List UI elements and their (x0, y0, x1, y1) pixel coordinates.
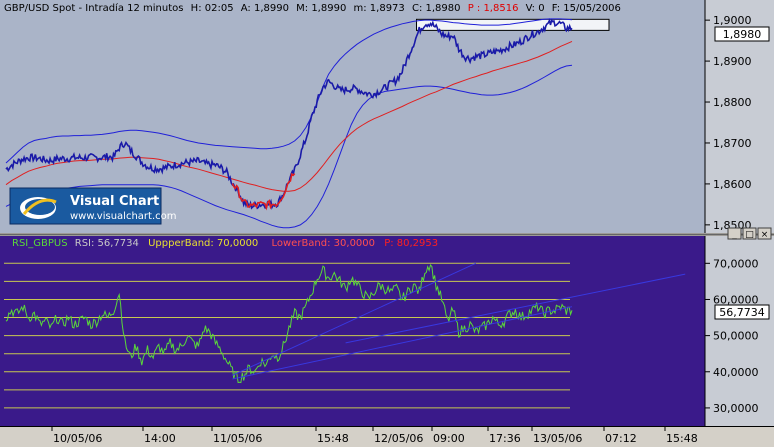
time-tick-label: 07:12 (605, 432, 637, 445)
chart-window: 1,8500 1,8600 1,8700 1,8800 1,8900 1,9000 30,0… (0, 0, 774, 447)
svg-text:×: × (761, 230, 769, 240)
rsi-tick-label: 40,0000 (713, 366, 759, 379)
time-tick-label: 12/05/06 (374, 432, 423, 445)
current-price-tag: 1,8980 (714, 26, 770, 42)
rsi-tick-label: 70,0000 (713, 257, 759, 270)
rsi-header: RSI_GBPUS RSI: 56,7734 UppperBand: 70,00… (12, 238, 438, 249)
price-tick-label: 1,9000 (713, 14, 752, 27)
svg-text:_: _ (731, 230, 737, 240)
price-tick-label: 1,8700 (713, 137, 752, 150)
time-tick-label: 11/05/06 (213, 432, 262, 445)
svg-text:56,7734: 56,7734 (719, 306, 765, 319)
time-tick-label: 10/05/06 (53, 432, 102, 445)
price-pane-buttons: _ □ × (727, 227, 772, 240)
time-tick-label: 15:48 (666, 432, 698, 445)
price-tick-label: 1,8600 (713, 178, 752, 191)
rsi-tick-label: 30,0000 (713, 402, 759, 415)
current-rsi-tag: 56,7734 (714, 304, 770, 320)
price-tick-label: 1,8800 (713, 96, 752, 109)
price-header: GBP/USD Spot - Intradía 12 minutos H: 02… (4, 2, 621, 14)
price-highlight-box (416, 18, 610, 31)
svg-text:1,8980: 1,8980 (723, 28, 762, 41)
svg-text:www.visualchart.com: www.visualchart.com (70, 211, 176, 222)
rsi-pane (0, 236, 705, 426)
price-tick-label: 1,8900 (713, 55, 752, 68)
time-tick-label: 14:00 (144, 432, 176, 445)
time-tick-label: 13/05/06 (533, 432, 582, 445)
rsi-tick-label: 50,0000 (713, 330, 759, 343)
visual-chart-logo: Visual Chart www.visualchart.com (9, 187, 176, 225)
svg-text:Visual Chart: Visual Chart (70, 194, 159, 209)
time-tick-label: 15:48 (317, 432, 349, 445)
svg-text:□: □ (745, 230, 754, 240)
time-tick-label: 17:36 (489, 432, 521, 445)
chart-canvas: 1,85001,86001,87001,88001,89001,900030,0… (0, 0, 774, 447)
time-tick-label: 09:00 (433, 432, 465, 445)
